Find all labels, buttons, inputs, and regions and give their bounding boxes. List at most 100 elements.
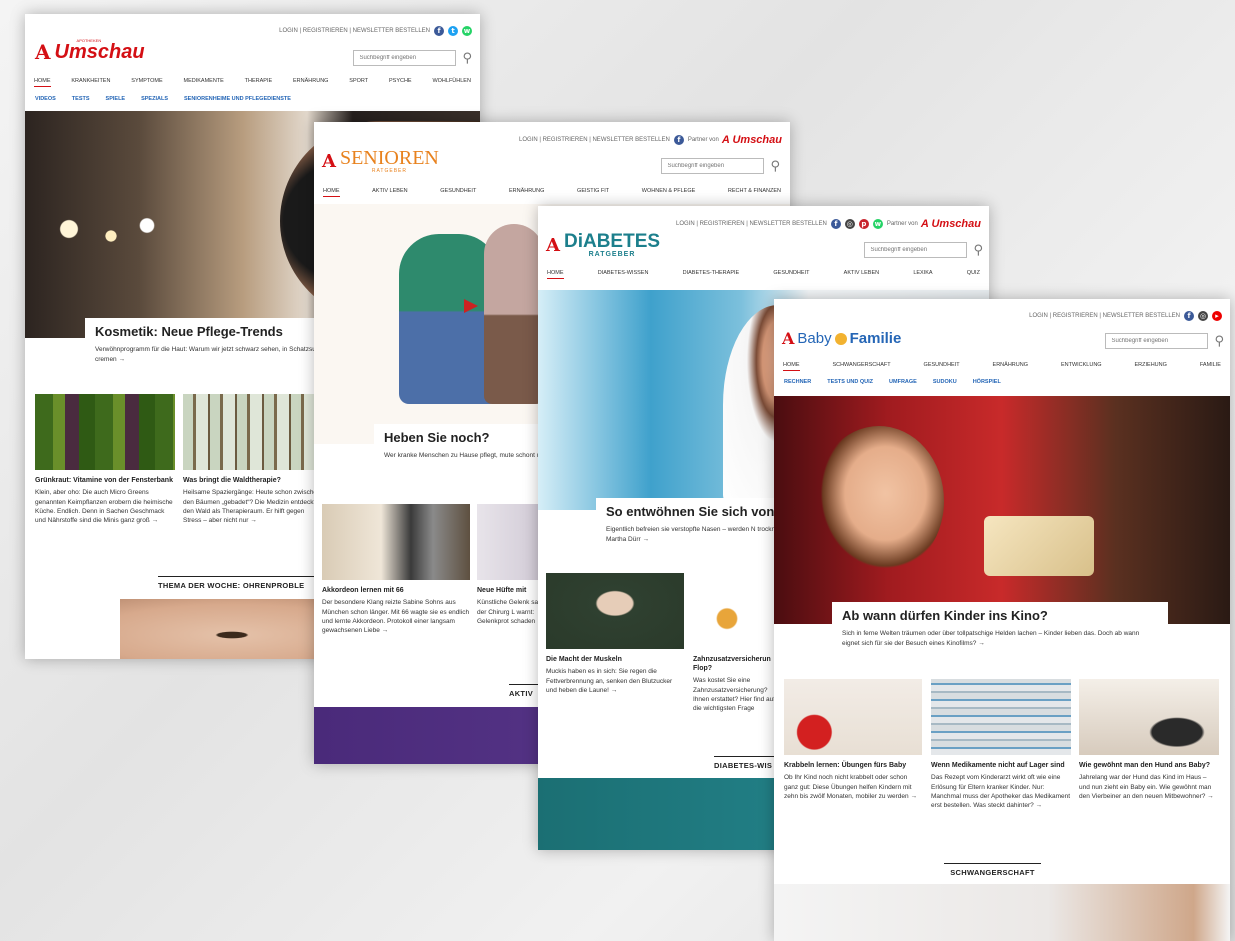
crawling-baby-image[interactable] xyxy=(784,679,922,755)
article-card[interactable]: Die Macht der Muskeln Muckis haben es in… xyxy=(546,573,684,695)
article-card[interactable]: Wie gewöhnt man den Hund ans Baby? Jahre… xyxy=(1079,679,1219,801)
utility-links[interactable]: LOGIN | REGISTRIEREN | NEWSLETTER BESTEL… xyxy=(1029,313,1180,319)
nav-item[interactable]: SPORT xyxy=(349,78,368,87)
nav-item[interactable]: THERAPIE xyxy=(245,78,273,87)
nav-item[interactable]: MEDIKAMENTE xyxy=(184,78,224,87)
nav-item[interactable]: ERNÄHRUNG xyxy=(993,362,1028,371)
search-input[interactable] xyxy=(661,158,765,174)
hip-image[interactable] xyxy=(477,504,547,580)
twitter-icon[interactable]: t xyxy=(448,26,458,36)
nav-item[interactable]: GESUNDHEIT xyxy=(924,362,960,371)
card-title[interactable]: Zahnzusatzversicherun Flop? xyxy=(693,655,778,673)
nav-item[interactable]: SCHWANGERSCHAFT xyxy=(832,362,890,371)
nav-item[interactable]: GESUNDHEIT xyxy=(773,270,809,279)
nav-item[interactable]: SYMPTOME xyxy=(131,78,162,87)
article-card[interactable]: Krabbeln lernen: Übungen fürs Baby Ob Ih… xyxy=(784,679,922,801)
card-title[interactable]: Wenn Medikamente nicht auf Lager sind xyxy=(931,761,1071,770)
facebook-icon[interactable]: f xyxy=(1184,311,1194,321)
instagram-icon[interactable]: ◎ xyxy=(1198,311,1208,321)
nav-item[interactable]: DIABETES-WISSEN xyxy=(598,270,649,279)
hero-teaser[interactable]: Ab wann dürfen Kinder ins Kino? Sich in … xyxy=(832,602,1168,657)
article-card[interactable]: Akkordeon lernen mit 66 Der besondere Kl… xyxy=(322,504,470,636)
subnav-item[interactable]: TESTS xyxy=(72,96,90,102)
search-icon[interactable]: ⚲ xyxy=(770,159,780,174)
accordion-image[interactable] xyxy=(322,504,470,580)
card-title[interactable]: Neue Hüfte mit xyxy=(477,586,547,595)
card-title[interactable]: Wie gewöhnt man den Hund ans Baby? xyxy=(1079,761,1219,770)
subnav-item[interactable]: UMFRAGE xyxy=(889,379,917,385)
subnav-item[interactable]: SPEZIALS xyxy=(141,96,168,102)
whatsapp-icon[interactable]: w xyxy=(462,26,472,36)
article-card[interactable]: Zahnzusatzversicherun Flop? Was kostet S… xyxy=(693,573,778,714)
nav-item[interactable]: GEISTIG FIT xyxy=(577,188,609,197)
card-title[interactable]: Die Macht der Muskeln xyxy=(546,655,684,664)
facebook-icon[interactable]: f xyxy=(830,219,841,229)
subnav-item[interactable]: VIDEOS xyxy=(35,96,56,102)
nav-item[interactable]: HOME xyxy=(547,270,564,279)
forest-image[interactable] xyxy=(183,394,323,470)
baby-familie-logo[interactable]: A Baby Familie xyxy=(782,329,901,348)
card-title[interactable]: Was bringt die Waldtherapie? xyxy=(183,476,323,485)
nav-item[interactable]: AKTIV LEBEN xyxy=(844,270,879,279)
partner-label[interactable]: Partner von A Umschau xyxy=(688,134,782,146)
pharmacy-shelves-image[interactable] xyxy=(931,679,1071,755)
article-card[interactable]: Neue Hüfte mit Künstliche Gelenk sagt de… xyxy=(477,504,547,626)
search-input[interactable] xyxy=(864,242,968,258)
nav-item[interactable]: WOHNEN & PFLEGE xyxy=(642,188,695,197)
article-card[interactable]: Grünkraut: Vitamine von der Fensterbank … xyxy=(35,394,175,526)
article-card[interactable]: Was bringt die Waldtherapie? Heilsame Sp… xyxy=(183,394,323,526)
nav-item[interactable]: ERNÄHRUNG xyxy=(293,78,328,87)
subnav-item[interactable]: SENIORENHEIME UND PFLEGEDIENSTE xyxy=(184,96,291,102)
nav-item[interactable]: HOME xyxy=(323,188,340,197)
nav-item[interactable]: FAMILIE xyxy=(1200,362,1221,371)
main-nav: HOME SCHWANGERSCHAFT GESUNDHEIT ERNÄHRUN… xyxy=(774,362,1230,371)
search-icon[interactable]: ⚲ xyxy=(462,51,472,66)
subnav-item[interactable]: RECHNER xyxy=(784,379,811,385)
nav-item[interactable]: ERZIEHUNG xyxy=(1135,362,1167,371)
card-title[interactable]: Akkordeon lernen mit 66 xyxy=(322,586,470,595)
subnav-item[interactable]: SPIELE xyxy=(106,96,126,102)
nav-item[interactable]: ENTWICKLUNG xyxy=(1061,362,1102,371)
nav-item[interactable]: RECHT & FINANZEN xyxy=(728,188,781,197)
nav-item[interactable]: LEXIKA xyxy=(913,270,932,279)
nav-item[interactable]: PSYCHE xyxy=(389,78,412,87)
utility-links[interactable]: LOGIN | REGISTRIEREN | NEWSLETTER BESTEL… xyxy=(519,137,670,143)
utility-links[interactable]: LOGIN | REGISTRIEREN | NEWSLETTER BESTEL… xyxy=(279,28,430,34)
youtube-icon[interactable]: ▸ xyxy=(1212,311,1222,321)
subnav-item[interactable]: SUDOKU xyxy=(933,379,957,385)
pinterest-icon[interactable]: p xyxy=(858,219,869,229)
nav-item[interactable]: WOHLFÜHLEN xyxy=(432,78,471,87)
search-input[interactable] xyxy=(353,50,457,66)
partner-label[interactable]: Partner von A Umschau xyxy=(887,218,981,230)
utility-links[interactable]: LOGIN | REGISTRIEREN | NEWSLETTER BESTEL… xyxy=(676,221,827,227)
nav-item[interactable]: ERNÄHRUNG xyxy=(509,188,544,197)
instagram-icon[interactable]: ◎ xyxy=(844,219,855,229)
nav-item[interactable]: DIABETES-THERAPIE xyxy=(683,270,740,279)
card-title[interactable]: Krabbeln lernen: Übungen fürs Baby xyxy=(784,761,922,770)
hero-image-cinema[interactable] xyxy=(774,396,1230,624)
article-card[interactable]: Wenn Medikamente nicht auf Lager sind Da… xyxy=(931,679,1071,811)
whatsapp-icon[interactable]: w xyxy=(872,219,883,229)
nav-item[interactable]: AKTIV LEBEN xyxy=(372,188,407,197)
hero-title[interactable]: Ab wann dürfen Kinder ins Kino? xyxy=(842,608,1158,623)
facebook-icon[interactable]: f xyxy=(434,26,444,36)
scale-image[interactable] xyxy=(693,573,778,649)
search-icon[interactable]: ⚲ xyxy=(1214,334,1224,349)
umschau-logo[interactable]: A APOTHEKEN Umschau xyxy=(35,38,145,64)
search-input[interactable] xyxy=(1105,333,1209,349)
diabetes-logo[interactable]: A DiABETES RATGEBER xyxy=(546,232,660,258)
microgreens-image[interactable] xyxy=(35,394,175,470)
search-icon[interactable]: ⚲ xyxy=(973,243,983,258)
nav-item[interactable]: KRANKHEITEN xyxy=(71,78,110,87)
nav-item[interactable]: HOME xyxy=(783,362,800,371)
nav-item[interactable]: QUIZ xyxy=(967,270,980,279)
dog-baby-image[interactable] xyxy=(1079,679,1219,755)
muscles-image[interactable] xyxy=(546,573,684,649)
card-title[interactable]: Grünkraut: Vitamine von der Fensterbank xyxy=(35,476,175,485)
facebook-icon[interactable]: f xyxy=(673,135,684,145)
nav-item[interactable]: HOME xyxy=(34,78,51,87)
subnav-item[interactable]: HÖRSPIEL xyxy=(973,379,1001,385)
nav-item[interactable]: GESUNDHEIT xyxy=(440,188,476,197)
senioren-logo[interactable]: A SENIOREN RATGEBER xyxy=(322,148,439,174)
subnav-item[interactable]: TESTS UND QUIZ xyxy=(827,379,873,385)
